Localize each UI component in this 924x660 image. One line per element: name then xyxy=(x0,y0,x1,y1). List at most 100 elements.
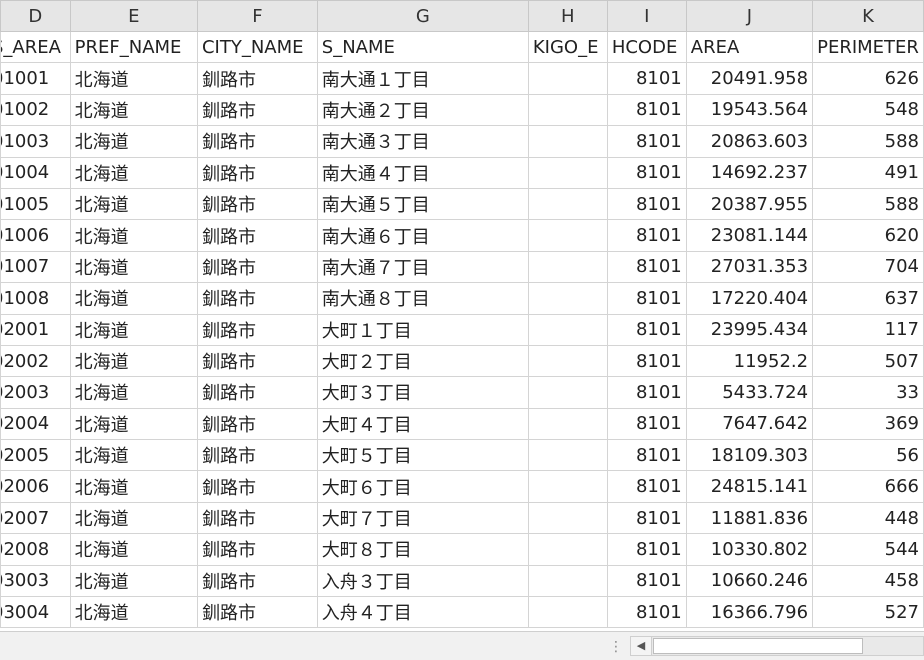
cell-s-area[interactable]: 02006 xyxy=(0,470,71,503)
cell-area[interactable]: 18109.303 xyxy=(685,439,814,472)
cell-hcode[interactable]: 8101 xyxy=(606,596,687,629)
cell-field-hcode[interactable]: HCODE xyxy=(606,30,687,64)
cell-perimeter[interactable]: 448 xyxy=(812,501,924,535)
cell-kigo-e[interactable] xyxy=(527,376,608,409)
cell-s-area[interactable]: 01005 xyxy=(0,187,71,221)
cell-perimeter[interactable]: 637 xyxy=(812,282,924,315)
cell-perimeter[interactable]: 117 xyxy=(812,313,924,346)
cell-perimeter[interactable]: 56 xyxy=(812,439,924,472)
cell-kigo-e[interactable] xyxy=(527,533,608,566)
cell-city-name[interactable]: 釧路市 xyxy=(196,564,318,598)
cell-perimeter[interactable]: 491 xyxy=(812,156,924,189)
cell-area[interactable]: 27031.353 xyxy=(685,250,814,284)
cell-kigo-e[interactable] xyxy=(527,313,608,346)
cell-kigo-e[interactable] xyxy=(527,156,608,189)
cell-hcode[interactable]: 8101 xyxy=(606,439,687,472)
cell-city-name[interactable]: 釧路市 xyxy=(196,62,318,95)
cell-hcode[interactable]: 8101 xyxy=(606,156,687,189)
cell-s-area[interactable]: 01006 xyxy=(0,219,71,252)
cell-s-name[interactable]: 入舟３丁目 xyxy=(316,564,529,598)
cell-area[interactable]: 10330.802 xyxy=(685,533,814,566)
cell-city-name[interactable]: 釧路市 xyxy=(196,439,318,472)
cell-area[interactable]: 11952.2 xyxy=(685,344,814,378)
cell-pref-name[interactable]: 北海道 xyxy=(69,596,198,629)
cell-s-name[interactable]: 南大通５丁目 xyxy=(316,187,529,221)
triangle-left-icon[interactable]: ◀ xyxy=(631,637,652,655)
cell-pref-name[interactable]: 北海道 xyxy=(69,533,198,566)
cell-s-area[interactable]: 02005 xyxy=(0,439,71,472)
cell-field-kigo-e[interactable]: KIGO_E xyxy=(527,30,608,64)
cell-pref-name[interactable]: 北海道 xyxy=(69,344,198,378)
cell-s-name[interactable]: 大町３丁目 xyxy=(316,376,529,409)
cell-s-area[interactable]: 02007 xyxy=(0,501,71,535)
cell-city-name[interactable]: 釧路市 xyxy=(196,219,318,252)
cell-kigo-e[interactable] xyxy=(527,125,608,158)
cell-area[interactable]: 5433.724 xyxy=(685,376,814,409)
cell-s-area[interactable]: 01004 xyxy=(0,156,71,189)
cell-area[interactable]: 20863.603 xyxy=(685,125,814,158)
cell-city-name[interactable]: 釧路市 xyxy=(196,470,318,503)
cell-city-name[interactable]: 釧路市 xyxy=(196,282,318,315)
cell-area[interactable]: 7647.642 xyxy=(685,407,814,441)
cell-s-name[interactable]: 南大通８丁目 xyxy=(316,282,529,315)
cell-hcode[interactable]: 8101 xyxy=(606,219,687,252)
cell-kigo-e[interactable] xyxy=(527,219,608,252)
cell-kigo-e[interactable] xyxy=(527,62,608,95)
cell-city-name[interactable]: 釧路市 xyxy=(196,313,318,346)
cell-kigo-e[interactable] xyxy=(527,564,608,598)
cell-s-name[interactable]: 大町６丁目 xyxy=(316,470,529,503)
cell-s-area[interactable]: 02008 xyxy=(0,533,71,566)
cell-s-name[interactable]: 大町８丁目 xyxy=(316,533,529,566)
cell-s-name[interactable]: 大町２丁目 xyxy=(316,344,529,378)
cell-field-pref-name[interactable]: PREF_NAME xyxy=(69,30,198,64)
cell-perimeter[interactable]: 458 xyxy=(812,564,924,598)
cell-s-area[interactable]: 01003 xyxy=(0,125,71,158)
cell-kigo-e[interactable] xyxy=(527,596,608,629)
cell-hcode[interactable]: 8101 xyxy=(606,407,687,441)
cell-field-s-name[interactable]: S_NAME xyxy=(316,30,529,64)
cell-kigo-e[interactable] xyxy=(527,93,608,127)
cell-s-area[interactable]: 02004 xyxy=(0,407,71,441)
cell-pref-name[interactable]: 北海道 xyxy=(69,439,198,472)
cell-city-name[interactable]: 釧路市 xyxy=(196,407,318,441)
cell-area[interactable]: 19543.564 xyxy=(685,93,814,127)
column-header-f[interactable]: F xyxy=(196,0,318,32)
column-header-i[interactable]: I xyxy=(606,0,687,32)
cell-perimeter[interactable]: 626 xyxy=(812,62,924,95)
cell-field-area[interactable]: AREA xyxy=(685,30,814,64)
cell-area[interactable]: 16366.796 xyxy=(685,596,814,629)
column-header-g[interactable]: G xyxy=(316,0,529,32)
cell-s-name[interactable]: 大町７丁目 xyxy=(316,501,529,535)
cell-city-name[interactable]: 釧路市 xyxy=(196,156,318,189)
cell-hcode[interactable]: 8101 xyxy=(606,250,687,284)
cell-s-name[interactable]: 大町４丁目 xyxy=(316,407,529,441)
cell-hcode[interactable]: 8101 xyxy=(606,313,687,346)
cell-perimeter[interactable]: 548 xyxy=(812,93,924,127)
cell-city-name[interactable]: 釧路市 xyxy=(196,344,318,378)
cell-perimeter[interactable]: 507 xyxy=(812,344,924,378)
cell-perimeter[interactable]: 666 xyxy=(812,470,924,503)
cell-hcode[interactable]: 8101 xyxy=(606,62,687,95)
cell-kigo-e[interactable] xyxy=(527,250,608,284)
column-header-e[interactable]: E xyxy=(69,0,198,32)
cell-city-name[interactable]: 釧路市 xyxy=(196,125,318,158)
cell-pref-name[interactable]: 北海道 xyxy=(69,125,198,158)
cell-pref-name[interactable]: 北海道 xyxy=(69,501,198,535)
column-header-h[interactable]: H xyxy=(527,0,608,32)
cell-s-area[interactable]: 01002 xyxy=(0,93,71,127)
cell-city-name[interactable]: 釧路市 xyxy=(196,93,318,127)
cell-s-area[interactable]: 01001 xyxy=(0,62,71,95)
horizontal-scrollbar[interactable]: ◀ xyxy=(630,636,924,656)
cell-area[interactable]: 20491.958 xyxy=(685,62,814,95)
cell-kigo-e[interactable] xyxy=(527,344,608,378)
cell-s-area[interactable]: 01007 xyxy=(0,250,71,284)
column-header-j[interactable]: J xyxy=(685,0,814,32)
cell-kigo-e[interactable] xyxy=(527,439,608,472)
cell-area[interactable]: 23081.144 xyxy=(685,219,814,252)
cell-perimeter[interactable]: 620 xyxy=(812,219,924,252)
scrollbar-thumb[interactable] xyxy=(653,638,863,654)
cell-kigo-e[interactable] xyxy=(527,187,608,221)
cell-perimeter[interactable]: 704 xyxy=(812,250,924,284)
cell-pref-name[interactable]: 北海道 xyxy=(69,376,198,409)
cell-s-name[interactable]: 南大通２丁目 xyxy=(316,93,529,127)
